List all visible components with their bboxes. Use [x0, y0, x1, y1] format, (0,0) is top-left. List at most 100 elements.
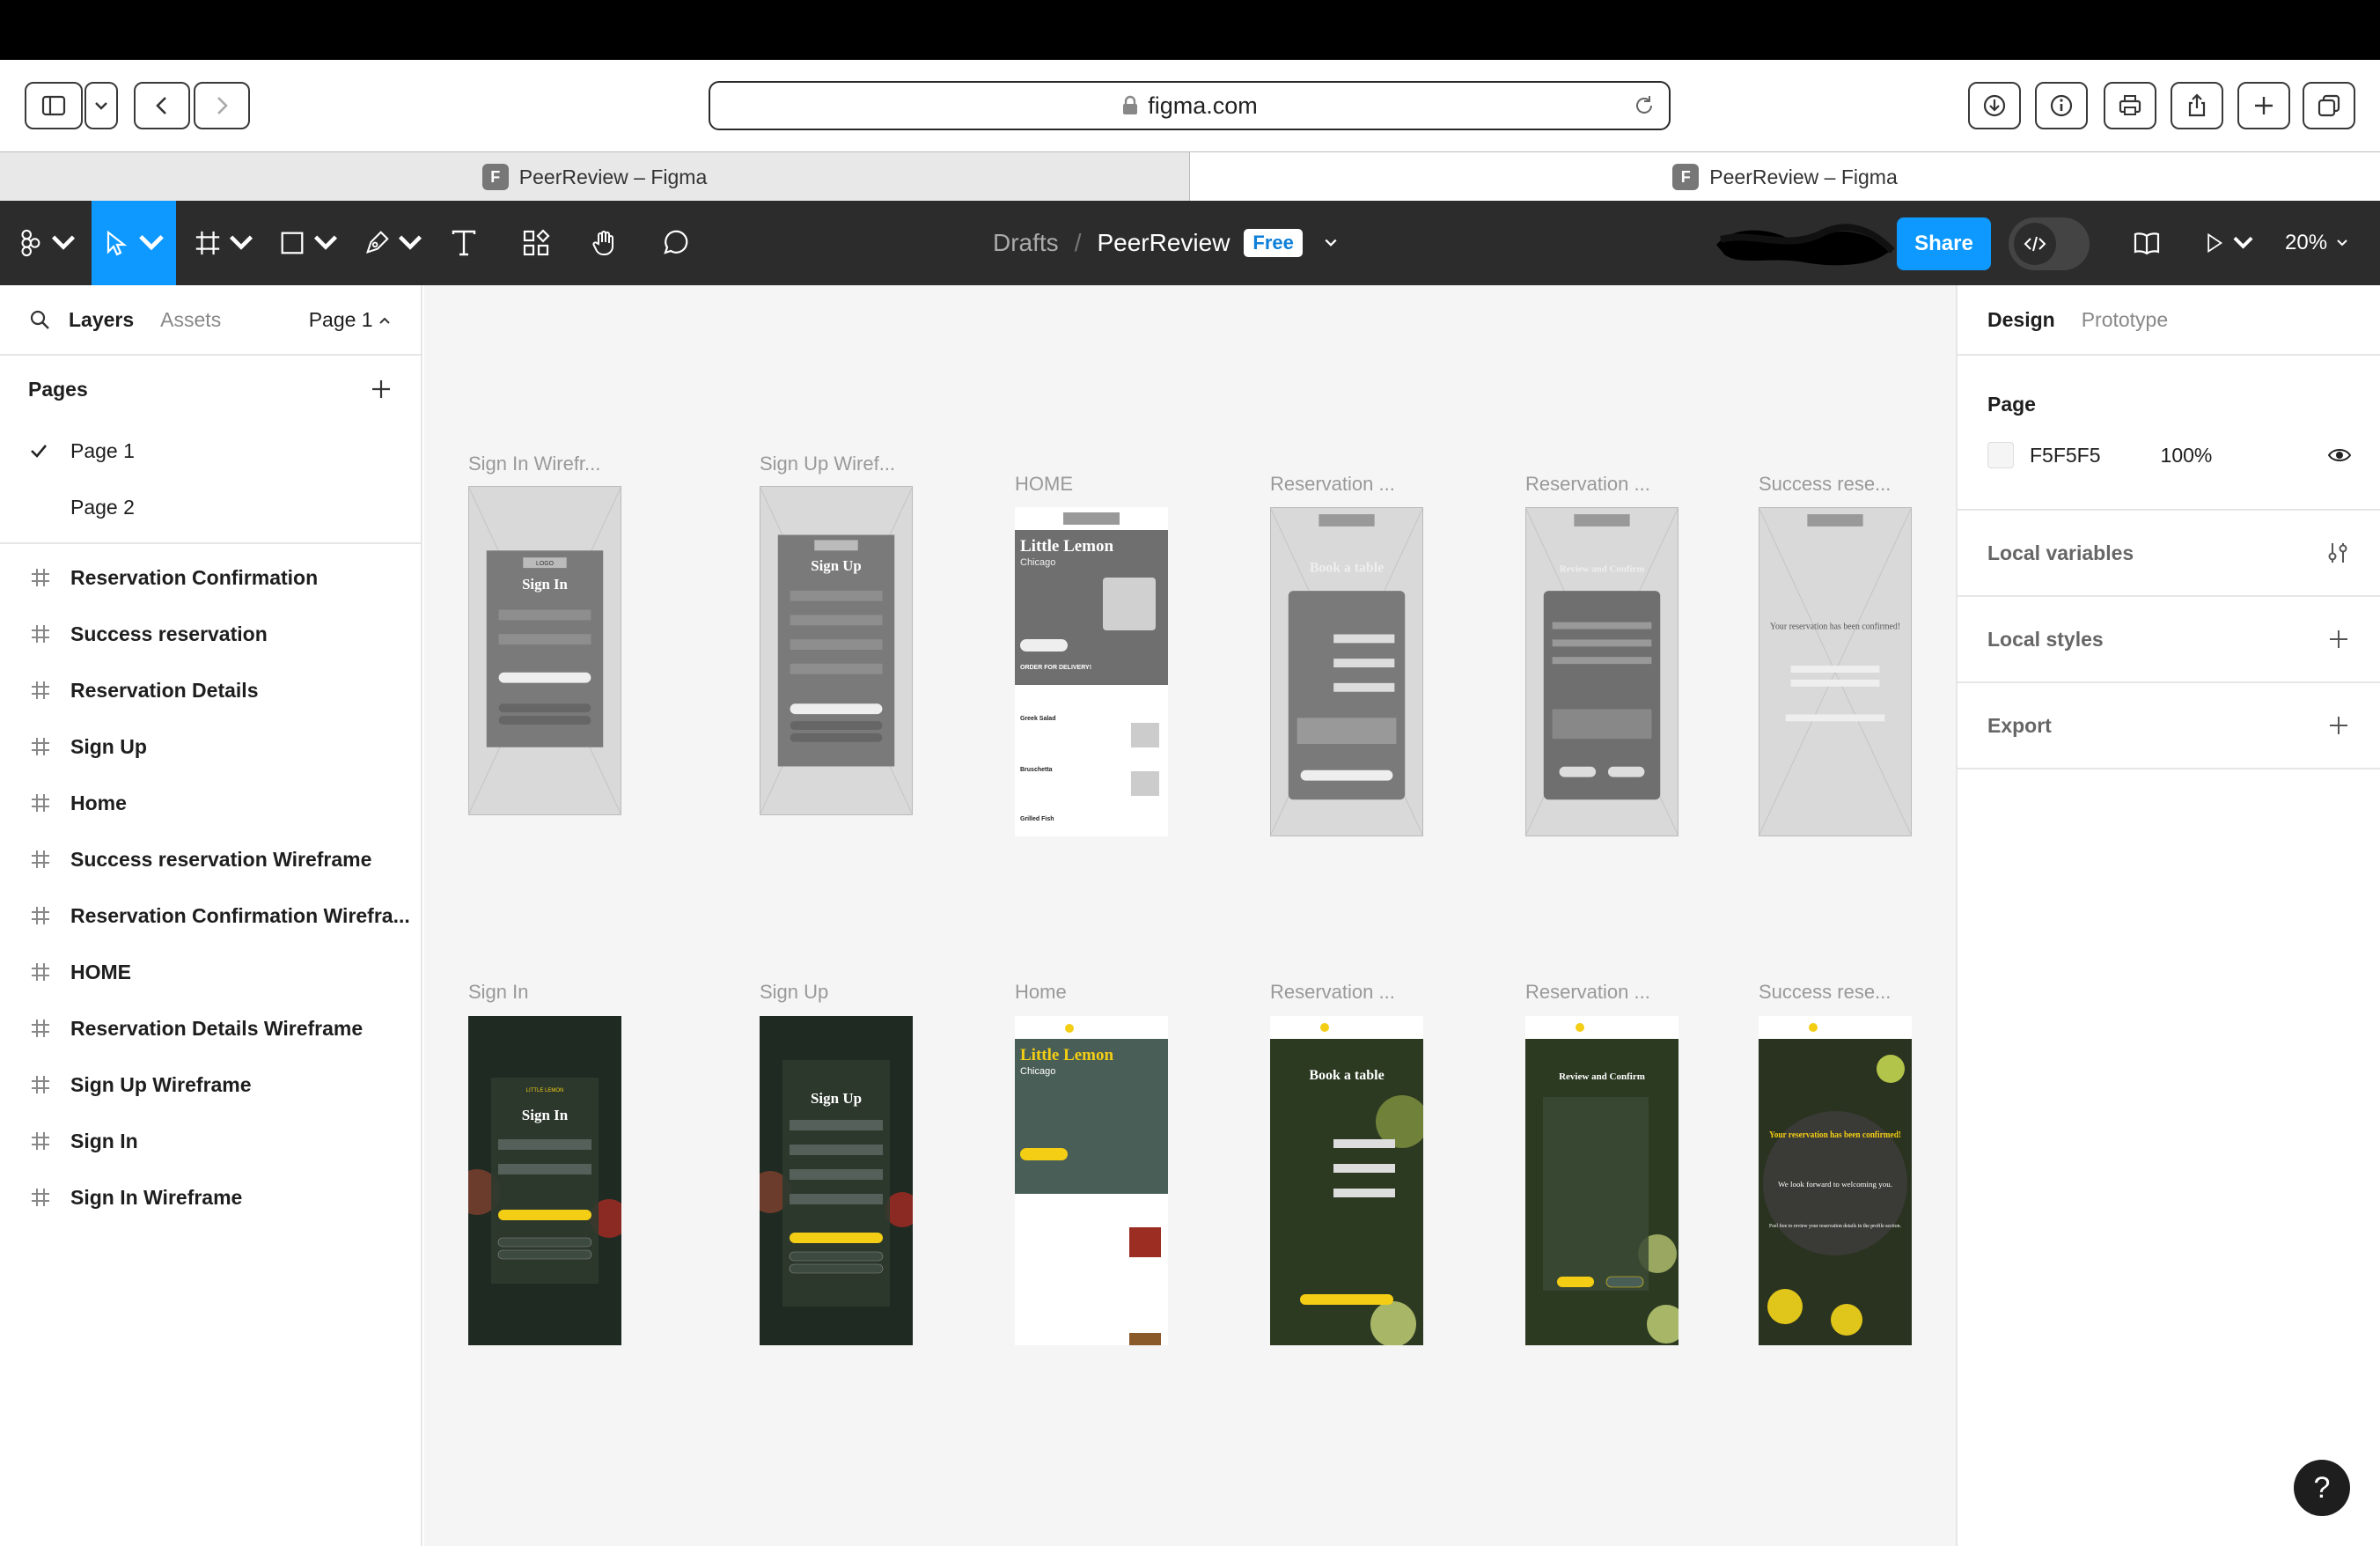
browser-tab-2[interactable]: F PeerReview – Figma	[1190, 152, 2380, 202]
address-bar[interactable]: figma.com	[709, 81, 1671, 130]
main-menu-button[interactable]	[16, 201, 77, 285]
frame-label[interactable]: Sign Up	[760, 981, 828, 1004]
page-item-page-1[interactable]: Page 1	[0, 423, 421, 479]
home-frame[interactable]: Little Lemon Chicago	[1015, 1016, 1168, 1345]
layer-item[interactable]: Home	[0, 775, 421, 831]
layer-item[interactable]: Sign In	[0, 1113, 421, 1169]
page-item-label: Page 1	[70, 438, 135, 462]
page-info-button[interactable]	[2035, 82, 2088, 129]
page-fill-row[interactable]: F5F5F5 100%	[1987, 442, 2352, 468]
plus-icon[interactable]	[2327, 628, 2350, 651]
library-button[interactable]	[2125, 201, 2169, 285]
frame-label[interactable]: Home	[1015, 981, 1067, 1004]
tab-assets[interactable]: Assets	[160, 308, 221, 332]
screen-top-bar	[0, 0, 2380, 60]
share-page-button[interactable]	[2171, 82, 2223, 129]
frame-label[interactable]: Reservation ...	[1525, 473, 1650, 496]
layer-label: Sign In	[70, 1129, 138, 1152]
avatar[interactable]	[1708, 220, 1901, 269]
browser-toolbar: figma.com	[0, 60, 2380, 151]
design-canvas[interactable]: Sign In Wirefr... Sign Up Wiref... HOME …	[424, 285, 1956, 1546]
sign-in-frame[interactable]: LITTLE LEMON Sign In	[468, 1016, 621, 1345]
print-button[interactable]	[2104, 82, 2156, 129]
present-button[interactable]	[2202, 201, 2255, 285]
layer-item[interactable]: Reservation Confirmation	[0, 549, 421, 606]
page-selector[interactable]: Page 1	[309, 308, 391, 332]
back-button[interactable]	[134, 82, 190, 129]
reservation-details-wireframe-frame[interactable]: Book a table	[1270, 507, 1423, 836]
frame-label[interactable]: Sign In Wirefr...	[468, 453, 600, 475]
sliders-icon[interactable]	[2325, 541, 2350, 565]
layer-item[interactable]: Success reservation Wireframe	[0, 831, 421, 887]
success-reservation-wireframe-frame[interactable]: Your reservation has been confirmed!	[1759, 507, 1912, 836]
frame-label[interactable]: Sign Up Wiref...	[760, 453, 895, 475]
local-variables-section[interactable]: Local variables	[1958, 511, 2380, 597]
browser-tab-1[interactable]: F PeerReview – Figma	[0, 152, 1190, 202]
share-button[interactable]: Share	[1897, 217, 1991, 270]
rectangle-icon	[281, 232, 304, 254]
shape-tool-button[interactable]	[278, 201, 340, 285]
plan-badge[interactable]: Free	[1244, 229, 1303, 257]
page-item-page-2[interactable]: Page 2	[0, 479, 421, 535]
layer-item[interactable]: Reservation Confirmation Wirefra...	[0, 887, 421, 944]
layer-item[interactable]: Reservation Details	[0, 662, 421, 718]
eye-icon[interactable]	[2327, 443, 2352, 467]
local-styles-section[interactable]: Local styles	[1958, 597, 2380, 683]
frame-label[interactable]: Reservation ...	[1525, 981, 1650, 1004]
comment-tool-button[interactable]	[653, 201, 697, 285]
frame-label[interactable]: Sign In	[468, 981, 529, 1004]
frame-label[interactable]: Success rese...	[1759, 473, 1891, 496]
layer-item[interactable]: Sign Up Wireframe	[0, 1056, 421, 1113]
sign-up-frame[interactable]: Sign Up	[760, 1016, 913, 1345]
layer-item[interactable]: Sign Up	[0, 718, 421, 775]
zoom-control[interactable]: 20%	[2285, 201, 2348, 285]
text-tool-button[interactable]	[442, 201, 486, 285]
frame-label[interactable]: Success rese...	[1759, 981, 1891, 1004]
new-tab-button[interactable]	[2237, 82, 2290, 129]
reload-icon[interactable]	[1632, 93, 1656, 118]
search-icon[interactable]	[28, 308, 51, 331]
browser-tab-bar: F PeerReview – Figma F PeerReview – Figm…	[0, 151, 2380, 202]
layer-item[interactable]: Reservation Details Wireframe	[0, 1000, 421, 1056]
frame-label[interactable]: HOME	[1015, 473, 1073, 496]
add-page-icon[interactable]	[370, 378, 393, 401]
breadcrumb-drafts[interactable]: Drafts	[993, 229, 1059, 257]
sidebar-menu-button[interactable]	[84, 82, 118, 129]
page-opacity[interactable]: 100%	[2161, 444, 2213, 467]
tab-design[interactable]: Design	[1987, 308, 2055, 332]
downloads-button[interactable]	[1968, 82, 2021, 129]
book-icon	[2134, 232, 2160, 255]
success-reservation-frame[interactable]: Your reservation has been confirmed! We …	[1759, 1016, 1912, 1345]
page-color-swatch[interactable]	[1987, 442, 2014, 468]
frame-label[interactable]: Reservation ...	[1270, 473, 1395, 496]
chevron-down-icon[interactable]	[1324, 236, 1338, 250]
move-tool-button[interactable]	[92, 201, 176, 285]
tab-overview-button[interactable]	[2303, 82, 2355, 129]
forward-button[interactable]	[194, 82, 250, 129]
sidebar-toggle-button[interactable]	[25, 82, 83, 129]
sign-in-wireframe-frame[interactable]: LOGO Sign In	[468, 486, 621, 815]
plus-icon[interactable]	[2327, 714, 2350, 737]
reservation-confirmation-frame[interactable]: Review and Confirm	[1525, 1016, 1678, 1345]
layer-item[interactable]: Success reservation	[0, 606, 421, 662]
frame-icon	[32, 794, 49, 812]
export-section[interactable]: Export	[1958, 683, 2380, 769]
tab-layers[interactable]: Layers	[69, 308, 134, 332]
tab-prototype[interactable]: Prototype	[2082, 308, 2168, 332]
chevron-down-icon	[139, 234, 164, 251]
reservation-confirmation-wireframe-frame[interactable]: Review and Confirm	[1525, 507, 1678, 836]
project-name[interactable]: PeerReview	[1097, 229, 1230, 257]
home-wireframe-frame[interactable]: Little Lemon Chicago ORDER FOR DELIVERY!…	[1015, 507, 1168, 836]
layer-item[interactable]: Sign In Wireframe	[0, 1169, 421, 1226]
hand-tool-button[interactable]	[583, 201, 627, 285]
dev-mode-toggle[interactable]	[2009, 217, 2090, 270]
pen-tool-button[interactable]	[363, 201, 424, 285]
page-color-hex[interactable]: F5F5F5	[2030, 444, 2101, 467]
frame-label[interactable]: Reservation ...	[1270, 981, 1395, 1004]
resources-button[interactable]	[514, 201, 558, 285]
reservation-details-frame[interactable]: Book a table	[1270, 1016, 1423, 1345]
frame-tool-button[interactable]	[194, 201, 255, 285]
layer-item[interactable]: HOME	[0, 944, 421, 1000]
sign-up-wireframe-frame[interactable]: Sign Up	[760, 486, 913, 815]
help-button[interactable]: ?	[2294, 1460, 2350, 1516]
